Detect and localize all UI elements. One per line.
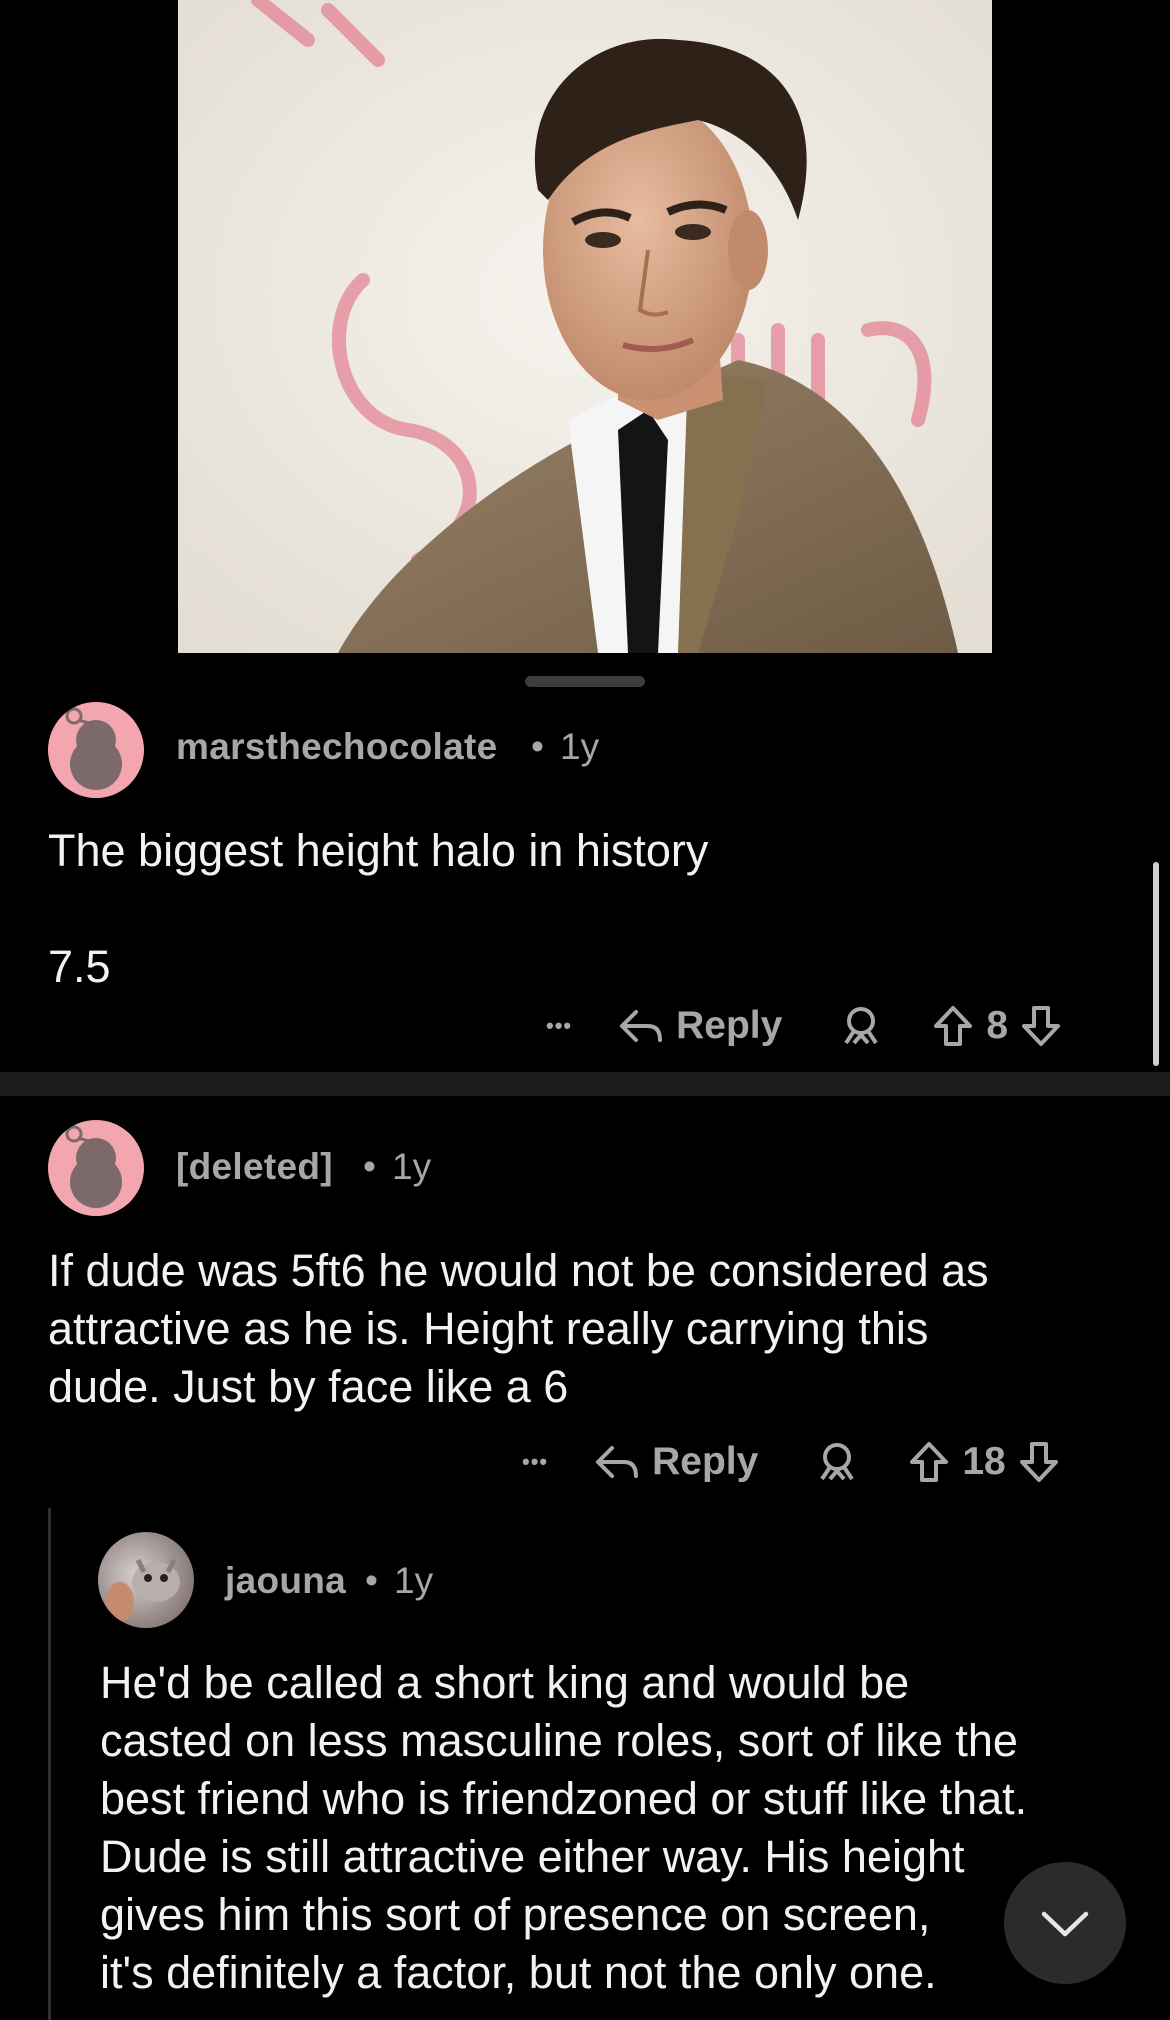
collapse-button[interactable] [1004, 1862, 1126, 1984]
reply-label: Reply [652, 1440, 759, 1483]
comment-body: If dude was 5ft6 he would not be conside… [48, 1245, 989, 1412]
reply-arrow-icon [596, 1446, 639, 1478]
comment-username[interactable]: [deleted] [176, 1146, 333, 1188]
upvote-button[interactable] [908, 1440, 950, 1484]
downvote-arrow-icon [1022, 1006, 1061, 1046]
comment-divider [0, 1072, 1170, 1096]
vote-count: 8 [986, 1004, 1009, 1047]
meta-separator: • [365, 1560, 378, 1601]
more-dots-icon: ••• [522, 1449, 549, 1474]
post-image[interactable] [178, 0, 992, 653]
chevron-down-icon [1041, 1911, 1089, 1937]
comment-username[interactable]: jaouna [225, 1560, 346, 1602]
comment-actions: ••• Reply 8 [546, 996, 1062, 1056]
upvote-button[interactable] [932, 1004, 974, 1048]
reply-thread-line[interactable] [48, 1508, 51, 2020]
comment-age: 1y [392, 1146, 432, 1187]
reply-arrow-icon [620, 1010, 663, 1042]
comment-body: He'd be called a short king and would be… [100, 1657, 1028, 1998]
meta-separator: • [531, 726, 544, 767]
comment-age: 1y [394, 1560, 434, 1601]
scrollbar[interactable] [1153, 862, 1159, 1066]
portrait-photo [178, 0, 992, 653]
snoo-avatar-icon [65, 707, 122, 790]
award-button[interactable] [840, 1005, 882, 1047]
comment-body: The biggest height halo in history 7.5 [48, 825, 709, 992]
more-dots-icon: ••• [546, 1013, 573, 1038]
meta-separator: • [363, 1146, 376, 1187]
reply-button[interactable]: Reply [618, 1004, 782, 1048]
avatar[interactable] [48, 1120, 144, 1216]
downvote-arrow-icon [1019, 1442, 1058, 1482]
vote-count: 18 [962, 1440, 1006, 1483]
comment-actions: ••• Reply 18 [522, 1432, 1060, 1492]
more-options-button[interactable]: ••• [522, 1449, 548, 1475]
upvote-arrow-icon [910, 1442, 949, 1482]
snoo-avatar-icon [65, 1125, 122, 1208]
avatar[interactable] [98, 1532, 194, 1628]
downvote-button[interactable] [1020, 1004, 1062, 1048]
award-button[interactable] [816, 1441, 858, 1483]
comment-age: 1y [560, 726, 600, 767]
award-icon [844, 1007, 878, 1045]
cat-avatar-icon [106, 1558, 180, 1622]
comment-username[interactable]: marsthechocolate [176, 726, 497, 768]
more-options-button[interactable]: ••• [546, 1013, 572, 1039]
drag-handle[interactable] [525, 676, 645, 687]
reply-button[interactable]: Reply [594, 1440, 758, 1484]
downvote-button[interactable] [1018, 1440, 1060, 1484]
avatar[interactable] [48, 702, 144, 798]
award-icon [820, 1443, 854, 1481]
reply-label: Reply [676, 1004, 783, 1047]
upvote-arrow-icon [934, 1006, 973, 1046]
